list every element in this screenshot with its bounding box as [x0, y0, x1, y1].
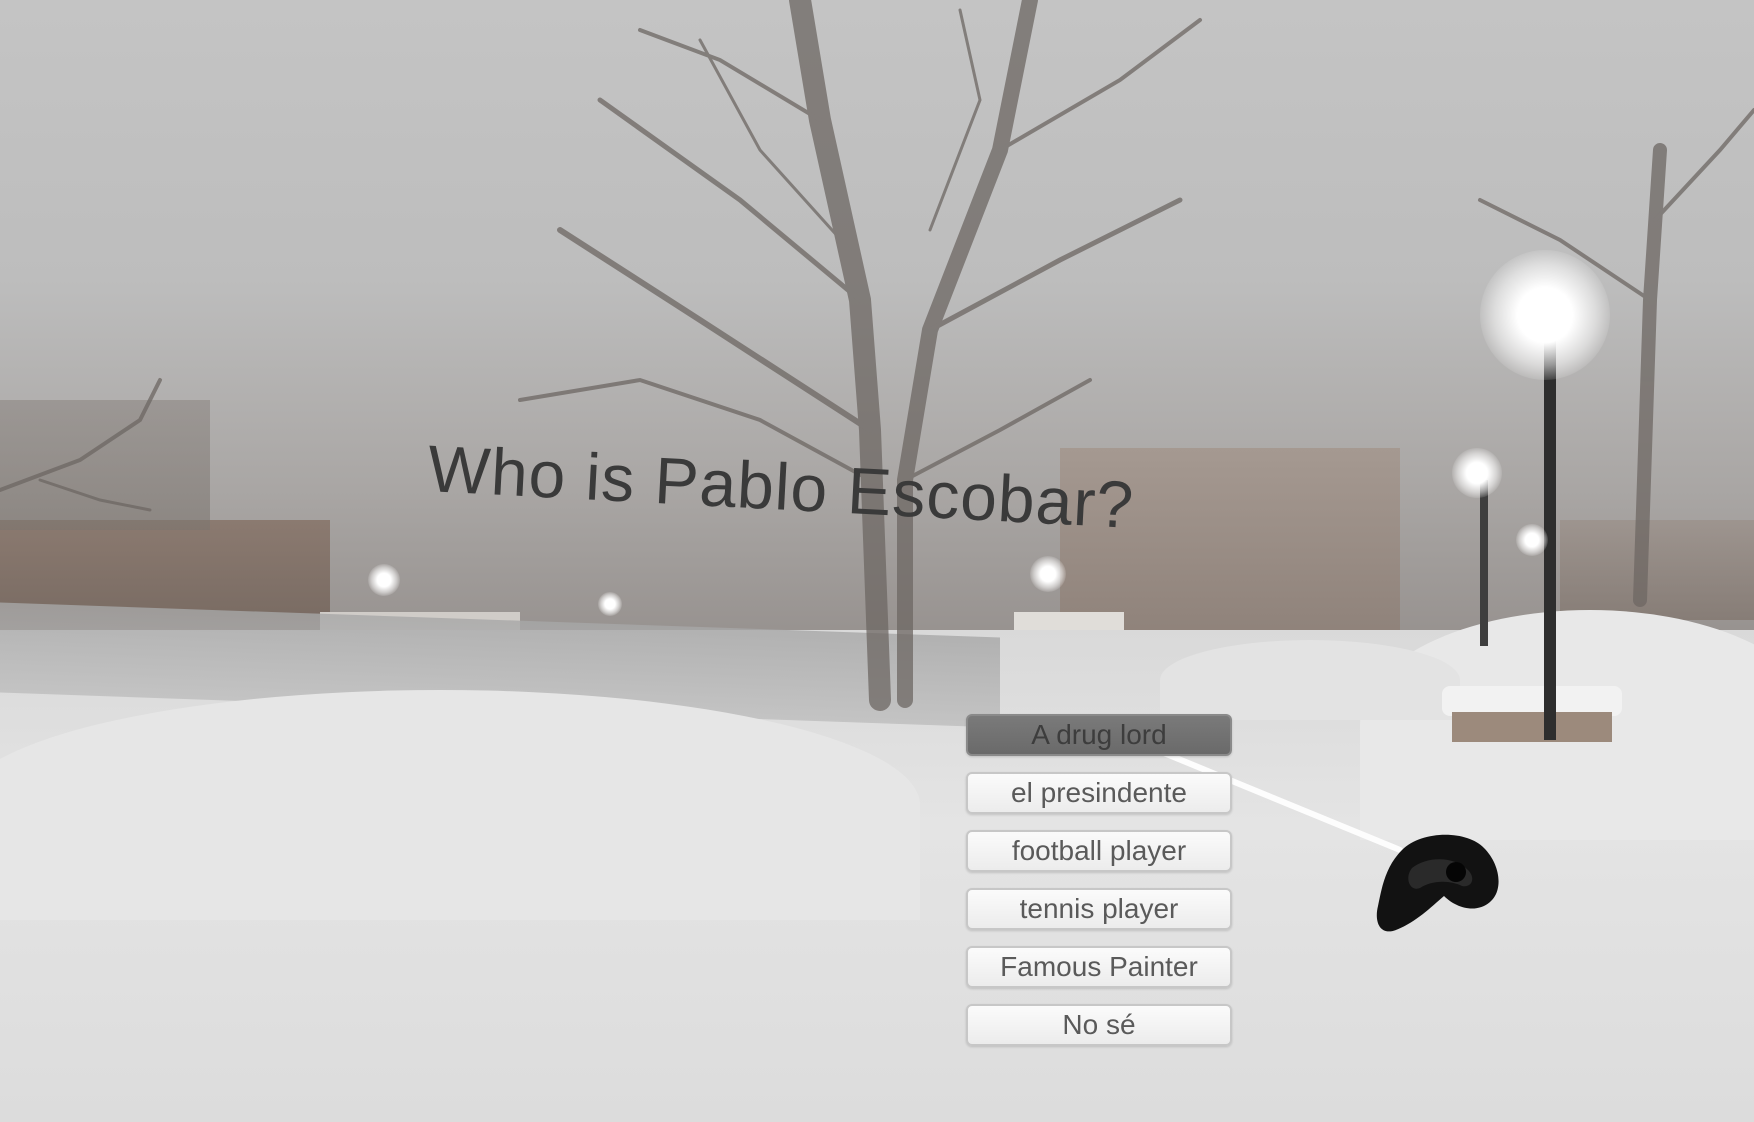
lamp-pole-mid: [1480, 480, 1488, 646]
answer-button-el-presindente[interactable]: el presindente: [966, 772, 1232, 814]
answer-button-drug-lord[interactable]: A drug lord: [966, 714, 1232, 756]
answer-button-no-se[interactable]: No sé: [966, 1004, 1232, 1046]
answer-button-football-player[interactable]: football player: [966, 830, 1232, 872]
street-lamp-large: [1480, 250, 1610, 380]
answer-button-famous-painter[interactable]: Famous Painter: [966, 946, 1232, 988]
street-lamp-left: [368, 564, 400, 596]
answer-button-tennis-player[interactable]: tennis player: [966, 888, 1232, 930]
street-lamp-far: [1516, 524, 1548, 556]
vr-controller-icon: [1376, 834, 1499, 932]
street-lamp-mid: [1452, 448, 1502, 498]
street-lamp-small: [598, 592, 622, 616]
vr-scene: Who is Pablo Escobar? A drug lord el pre…: [0, 0, 1754, 1122]
street-lamp-center: [1030, 556, 1066, 592]
answer-list: A drug lord el presindente football play…: [966, 714, 1232, 1062]
trees: [0, 0, 1754, 711]
